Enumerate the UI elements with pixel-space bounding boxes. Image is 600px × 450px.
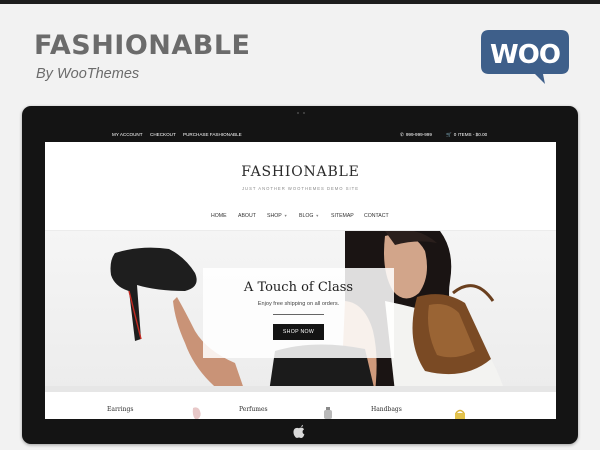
category-earrings[interactable]: Earrings	[107, 406, 133, 413]
nav-blog[interactable]: BLOG ▼	[299, 213, 319, 219]
chevron-down-icon: ▼	[283, 214, 288, 218]
checkout-link[interactable]: CHECKOUT	[150, 132, 176, 137]
my-account-link[interactable]: MY ACCOUNT	[112, 132, 143, 137]
nav-blog-label: BLOG	[299, 213, 314, 219]
purchase-link[interactable]: PURCHASE FASHIONABLE	[183, 132, 242, 137]
cart-icon: 🛒	[446, 131, 452, 137]
nav-sitemap[interactable]: SITEMAP	[331, 213, 354, 219]
site-topbar: MY ACCOUNT CHECKOUT PURCHASE FASHIONABLE…	[45, 126, 556, 142]
cart-text: 0 ITEMS - $0.00	[453, 131, 488, 137]
category-strip: Earrings Perfumes Handbags	[45, 392, 556, 419]
chevron-down-icon: ▼	[315, 214, 320, 218]
site-tagline: JUST ANOTHER WOOTHEMES DEMO SITE	[241, 186, 360, 191]
camera-icon	[297, 112, 305, 114]
hero-title: A Touch of Class	[243, 280, 354, 295]
nav-shop-label: SHOP	[267, 213, 282, 219]
woo-logo: WOO	[481, 30, 569, 84]
monitor-frame: MY ACCOUNT CHECKOUT PURCHASE FASHIONABLE…	[22, 106, 578, 444]
perfumes-thumbnail[interactable]	[321, 406, 335, 419]
nav-about[interactable]: ABOUT	[238, 213, 256, 219]
shop-now-button[interactable]: SHOP NOW	[273, 324, 324, 340]
handbags-thumbnail[interactable]	[453, 406, 467, 419]
hero-subtitle: Enjoy free shipping on all orders.	[257, 301, 340, 307]
nav-home[interactable]: HOME	[211, 213, 227, 219]
nav-shop[interactable]: SHOP ▼	[267, 213, 287, 219]
hero-divider	[273, 314, 324, 315]
phone-text: 999-999-999	[405, 131, 432, 137]
hero-slider: A Touch of Class Enjoy free shipping on …	[45, 231, 556, 392]
theme-byline: By WooThemes	[36, 66, 140, 82]
apple-icon	[293, 424, 305, 438]
nav-contact[interactable]: CONTACT	[364, 213, 389, 219]
top-border	[0, 0, 600, 4]
main-nav: HOME ABOUT SHOP ▼ BLOG ▼ SITEMAP CONTACT	[45, 210, 556, 222]
website-screen: MY ACCOUNT CHECKOUT PURCHASE FASHIONABLE…	[45, 126, 556, 419]
hero-caption-box: A Touch of Class Enjoy free shipping on …	[203, 268, 394, 358]
category-perfumes[interactable]: Perfumes	[239, 406, 268, 413]
earrings-thumbnail[interactable]	[191, 406, 205, 419]
phone-number: ✆ 999-999-999	[400, 132, 432, 138]
phone-icon: ✆	[400, 131, 404, 137]
category-handbags[interactable]: Handbags	[371, 406, 402, 413]
woo-logo-text: WOO	[490, 40, 560, 70]
site-title[interactable]: FASHIONABLE	[45, 164, 556, 180]
theme-title: FASHIONABLE	[34, 30, 251, 61]
cart-link[interactable]: 🛒 0 ITEMS - $0.00	[446, 132, 487, 138]
